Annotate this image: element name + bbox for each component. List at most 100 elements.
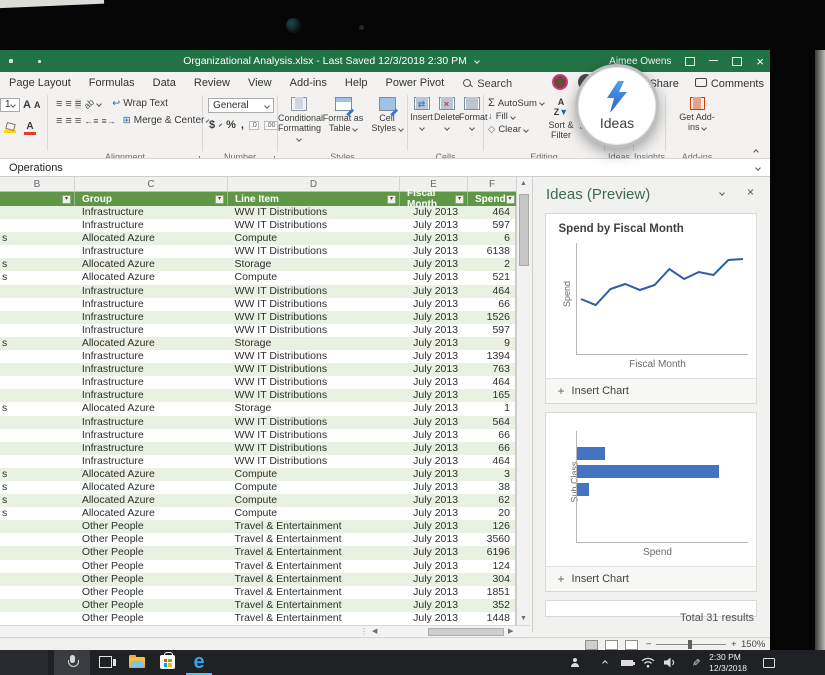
cell-fiscal-month[interactable]: July 2013 <box>399 298 467 311</box>
table-header-fiscal-month[interactable]: Fiscal Month▾ <box>400 192 468 206</box>
cell-fiscal-month[interactable]: July 2013 <box>399 402 467 415</box>
currency-dropdown-icon[interactable] <box>219 123 223 127</box>
task-view-icon[interactable] <box>99 656 112 668</box>
name-box[interactable]: Operations <box>0 158 772 177</box>
cell-line-item[interactable]: WW IT Distributions <box>228 350 400 363</box>
table-row[interactable]: Other PeopleTravel & EntertainmentJuly 2… <box>0 533 515 546</box>
page-break-view-button[interactable] <box>625 640 638 650</box>
increase-decimal-button[interactable]: .0 <box>249 121 259 130</box>
shrink-font-button[interactable]: A <box>34 100 41 110</box>
minimize-button[interactable] <box>709 60 718 61</box>
cell-group[interactable]: Infrastructure <box>75 311 228 324</box>
scroll-down-button[interactable]: ▼ <box>517 612 530 625</box>
cell-line-item[interactable]: WW IT Distributions <box>228 363 400 376</box>
table-header-line-item[interactable]: Line Item▾ <box>228 192 400 206</box>
microphone-tile[interactable] <box>54 650 90 675</box>
table-row[interactable]: InfrastructureWW IT DistributionsJuly 20… <box>0 376 515 389</box>
ribbon-display-options-button[interactable] <box>685 57 695 66</box>
scroll-up-button[interactable]: ▲ <box>517 177 530 190</box>
cell-fiscal-month[interactable]: July 2013 <box>399 533 467 546</box>
font-color-button[interactable]: A <box>24 121 36 135</box>
volume-icon[interactable] <box>664 650 677 675</box>
table-row[interactable]: InfrastructureWW IT DistributionsJuly 20… <box>0 324 515 337</box>
cell-fiscal-month[interactable]: July 2013 <box>399 324 467 337</box>
cell-fiscal-month[interactable]: July 2013 <box>399 442 467 455</box>
cell-spend[interactable]: 564 <box>467 416 515 429</box>
cell-fiscal-month[interactable]: July 2013 <box>399 337 467 350</box>
cell-group[interactable]: Infrastructure <box>75 455 228 468</box>
cell-line-item[interactable]: Travel & Entertainment <box>228 560 400 573</box>
cell-fiscal-month[interactable]: July 2013 <box>399 573 467 586</box>
cell-spend[interactable]: 6196 <box>467 546 515 559</box>
table-row[interactable]: Other PeopleTravel & EntertainmentJuly 2… <box>0 573 515 586</box>
ideas-card-bar-chart[interactable]: Sub Class Spend + Insert Chart <box>545 412 757 592</box>
ribbon-tab-add-ins[interactable]: Add-ins <box>281 72 336 95</box>
cell-group[interactable]: Infrastructure <box>75 324 228 337</box>
cell-line-item[interactable]: Compute <box>228 232 400 245</box>
cell-group[interactable]: Other People <box>75 520 228 533</box>
cell-spend[interactable]: 62 <box>467 494 515 507</box>
cell-line-item[interactable]: Compute <box>228 271 400 284</box>
orientation-button[interactable]: ab <box>82 96 96 110</box>
cell-group[interactable]: Other People <box>75 533 228 546</box>
cell-fiscal-month[interactable]: July 2013 <box>399 245 467 258</box>
zoom-level[interactable]: 150% <box>741 639 765 650</box>
cell-group[interactable]: Infrastructure <box>75 416 228 429</box>
cell-col-b[interactable] <box>0 324 75 337</box>
cell-col-b[interactable] <box>0 219 75 232</box>
table-row[interactable]: InfrastructureWW IT DistributionsJuly 20… <box>0 389 515 402</box>
filter-icon[interactable]: ▾ <box>62 195 71 204</box>
zoom-out-button[interactable]: − <box>646 639 652 650</box>
ribbon-tab-review[interactable]: Review <box>185 72 239 95</box>
align-center-button[interactable]: ≡ <box>65 116 71 126</box>
title-dropdown-icon[interactable] <box>474 58 480 64</box>
delete-cells-button[interactable]: × Delete <box>434 97 459 133</box>
taskbar-clock[interactable]: 2:30 PM12/3/2018 <box>709 650 747 675</box>
ribbon-tab-view[interactable]: View <box>239 72 281 95</box>
cell-col-b[interactable] <box>0 363 75 376</box>
column-header-b[interactable]: B <box>0 177 75 192</box>
table-row[interactable]: InfrastructureWW IT DistributionsJuly 20… <box>0 245 515 258</box>
table-row[interactable]: InfrastructureWW IT DistributionsJuly 20… <box>0 206 515 219</box>
cell-group[interactable]: Allocated Azure <box>75 468 228 481</box>
cell-line-item[interactable]: Storage <box>228 258 400 271</box>
table-row[interactable]: InfrastructureWW IT DistributionsJuly 20… <box>0 219 515 232</box>
cell-col-b[interactable]: s <box>0 337 75 350</box>
cell-col-b[interactable]: s <box>0 468 75 481</box>
grow-font-button[interactable]: A <box>23 99 31 111</box>
cell-fiscal-month[interactable]: July 2013 <box>399 599 467 612</box>
zoom-slider-thumb[interactable] <box>688 640 692 649</box>
table-row[interactable]: InfrastructureWW IT DistributionsJuly 20… <box>0 298 515 311</box>
cell-fiscal-month[interactable]: July 2013 <box>399 560 467 573</box>
cell-group[interactable]: Other People <box>75 573 228 586</box>
cell-spend[interactable]: 464 <box>467 376 515 389</box>
cell-spend[interactable]: 38 <box>467 481 515 494</box>
cell-line-item[interactable]: Storage <box>228 402 400 415</box>
cell-fiscal-month[interactable]: July 2013 <box>399 429 467 442</box>
cell-line-item[interactable]: Travel & Entertainment <box>228 586 400 599</box>
cell-group[interactable]: Allocated Azure <box>75 271 228 284</box>
currency-format-button[interactable]: $ <box>209 119 215 131</box>
table-row[interactable]: Other PeopleTravel & EntertainmentJuly 2… <box>0 520 515 533</box>
cell-group[interactable]: Allocated Azure <box>75 481 228 494</box>
table-row[interactable]: sAllocated AzureComputeJuly 201338 <box>0 481 515 494</box>
table-row[interactable]: sAllocated AzureComputeJuly 20133 <box>0 468 515 481</box>
cell-spend[interactable]: 1 <box>467 402 515 415</box>
cell-fiscal-month[interactable]: July 2013 <box>399 232 467 245</box>
table-row[interactable]: Other PeopleTravel & EntertainmentJuly 2… <box>0 560 515 573</box>
cell-fiscal-month[interactable]: July 2013 <box>399 481 467 494</box>
cell-group[interactable]: Allocated Azure <box>75 337 228 350</box>
cell-spend[interactable]: 464 <box>467 285 515 298</box>
percent-format-button[interactable]: % <box>226 119 236 131</box>
cell-col-b[interactable] <box>0 612 75 625</box>
table-row[interactable]: InfrastructureWW IT DistributionsJuly 20… <box>0 416 515 429</box>
cell-group[interactable]: Infrastructure <box>75 429 228 442</box>
cell-line-item[interactable]: WW IT Distributions <box>228 311 400 324</box>
column-header-f[interactable]: F <box>468 177 516 192</box>
scroll-left-button[interactable]: ◀ <box>372 626 377 637</box>
horizontal-scrollbar[interactable]: ⋮ ◀ ▶ <box>0 625 530 637</box>
orientation-dropdown-icon[interactable] <box>96 101 102 107</box>
cell-fiscal-month[interactable]: July 2013 <box>399 311 467 324</box>
cell-spend[interactable]: 66 <box>467 298 515 311</box>
cell-fiscal-month[interactable]: July 2013 <box>399 389 467 402</box>
